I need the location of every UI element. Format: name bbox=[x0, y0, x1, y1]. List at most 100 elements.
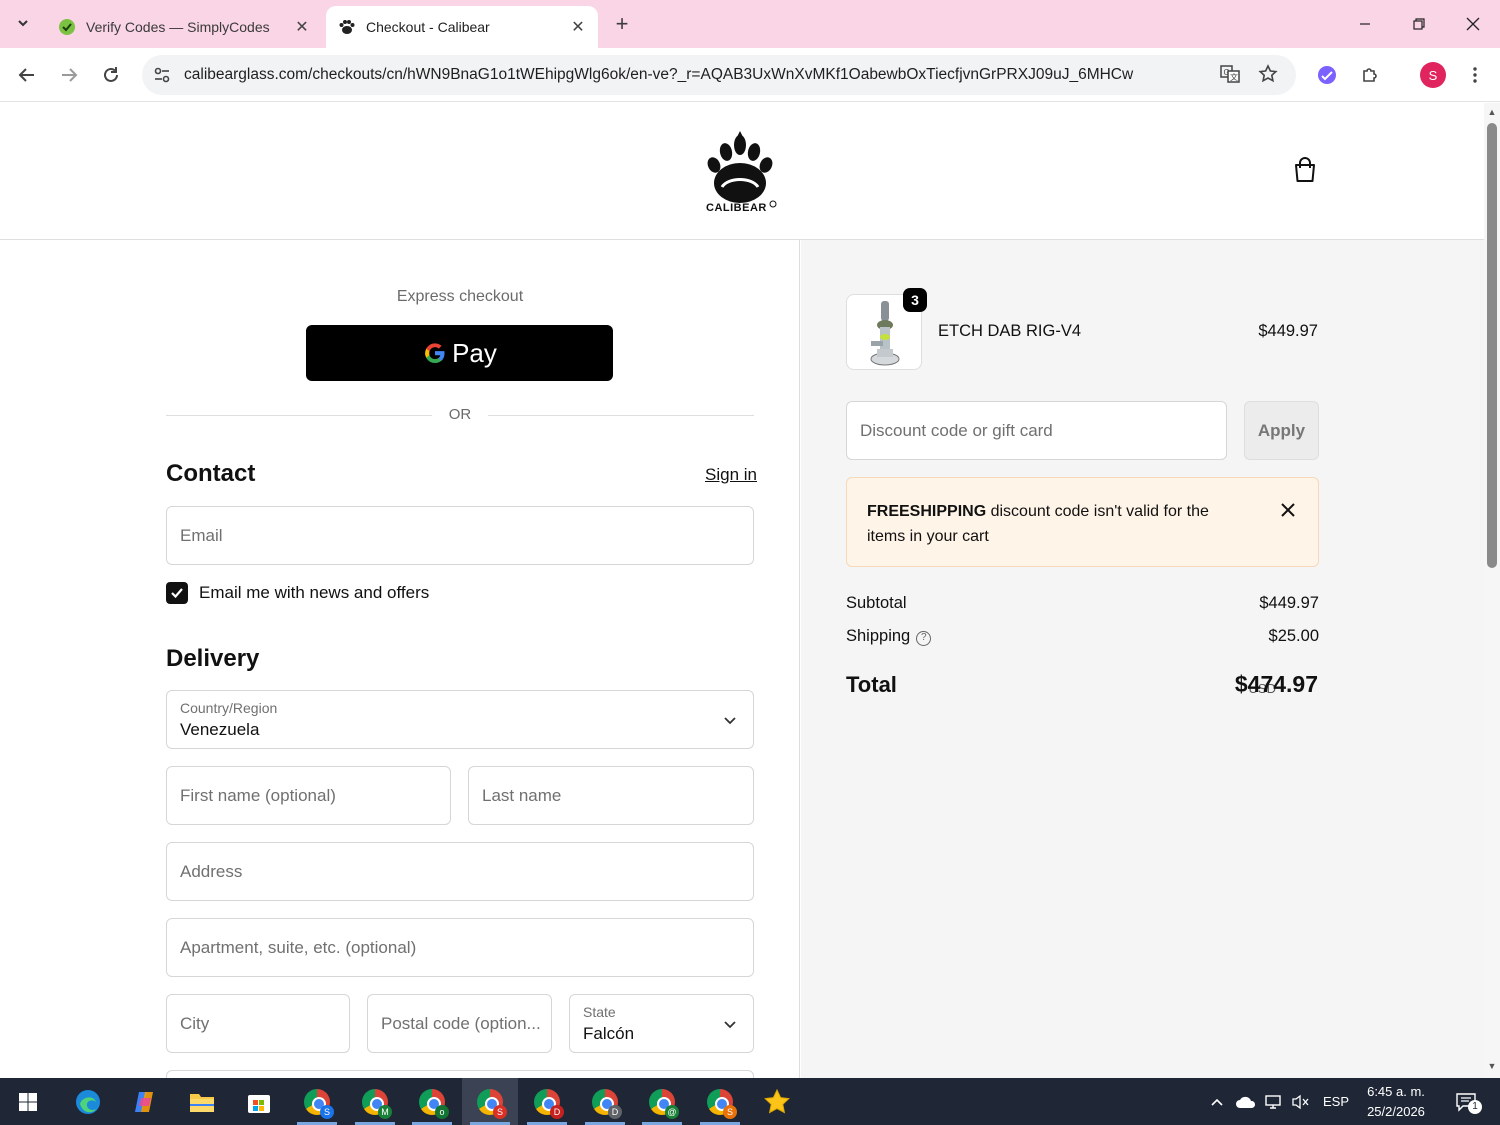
total-value: $474.97 bbox=[1234, 671, 1318, 697]
browser-tab-bar: Verify Codes — SimplyCodes ✕ Checkout - … bbox=[0, 0, 1500, 48]
logo-wordmark: CALIBEAR bbox=[706, 202, 767, 214]
sign-in-link[interactable]: Sign in bbox=[705, 465, 757, 485]
apply-discount-button[interactable]: Apply bbox=[1244, 401, 1319, 460]
tray-chevron-up-icon[interactable] bbox=[1204, 1078, 1230, 1125]
product-price: $449.97 bbox=[1258, 322, 1318, 340]
notification-center-icon[interactable]: 1 bbox=[1446, 1078, 1486, 1125]
chrome-profile-letter: S bbox=[723, 1104, 737, 1119]
chrome-profile-icon-at[interactable]: @ bbox=[634, 1078, 690, 1125]
help-question-icon[interactable]: ? bbox=[916, 631, 932, 646]
extension-simplycodes-icon[interactable] bbox=[1312, 60, 1342, 90]
tab-search-chevron-icon[interactable] bbox=[8, 8, 38, 38]
system-clock[interactable]: 6:45 a. m. 25/2/2026 bbox=[1356, 1082, 1436, 1122]
back-arrow-icon[interactable] bbox=[12, 60, 42, 90]
shipping-label: Shipping bbox=[846, 627, 911, 645]
tab-checkout-calibear[interactable]: Checkout - Calibear ✕ bbox=[326, 6, 598, 48]
chrome-profile-letter: M bbox=[378, 1104, 392, 1119]
bookmark-star-icon[interactable] bbox=[1254, 60, 1282, 88]
svg-text:文: 文 bbox=[1230, 72, 1238, 82]
chrome-profile-icon-s-orange[interactable]: S bbox=[692, 1078, 748, 1125]
first-name-field[interactable]: First name (optional) bbox=[166, 766, 451, 825]
or-text: OR bbox=[448, 406, 472, 423]
scrollbar-thumb[interactable] bbox=[1487, 123, 1497, 568]
close-notice-icon[interactable] bbox=[1280, 502, 1296, 518]
tab-simplycodes[interactable]: Verify Codes — SimplyCodes ✕ bbox=[46, 6, 322, 48]
address-bar[interactable]: calibearglass.com/checkouts/cn/hWN9BnaG1… bbox=[142, 55, 1296, 95]
google-pay-button[interactable]: Pay bbox=[306, 325, 613, 381]
quantity-badge: 3 bbox=[903, 288, 927, 312]
checkout-page: CALIBEAR Express checkout Pay OR Contact… bbox=[0, 103, 1484, 1078]
chrome-profile-icon-m[interactable]: M bbox=[347, 1078, 403, 1125]
last-name-placeholder: Last name bbox=[482, 786, 562, 805]
tab-close-icon[interactable]: ✕ bbox=[566, 15, 590, 39]
shopping-bag-icon[interactable] bbox=[1290, 155, 1320, 185]
new-tab-plus-icon[interactable]: + bbox=[608, 10, 636, 38]
city-placeholder: City bbox=[180, 1014, 210, 1033]
product-name: ETCH DAB RIG-V4 bbox=[938, 322, 1082, 340]
restore-icon[interactable] bbox=[1392, 0, 1446, 48]
chrome-profile-letter: S bbox=[320, 1104, 334, 1119]
scroll-down-arrow-icon[interactable]: ▼ bbox=[1487, 1061, 1497, 1071]
copilot-icon[interactable] bbox=[117, 1078, 173, 1125]
chrome-profile-icon-d-gray[interactable]: D bbox=[577, 1078, 633, 1125]
chrome-profile-letter: D bbox=[608, 1104, 622, 1119]
chrome-profile-icon-o[interactable]: o bbox=[404, 1078, 460, 1125]
shipping-value: $25.00 bbox=[1268, 627, 1319, 645]
country-value: Venezuela bbox=[180, 720, 260, 739]
state-select[interactable]: State Falcón bbox=[569, 994, 754, 1053]
language-indicator[interactable]: ESP bbox=[1318, 1078, 1354, 1125]
onedrive-cloud-icon[interactable] bbox=[1232, 1078, 1260, 1125]
first-name-placeholder: First name (optional) bbox=[180, 786, 336, 805]
chevron-down-icon bbox=[724, 717, 736, 725]
store-header: CALIBEAR bbox=[0, 103, 1484, 240]
page-scrollbar[interactable]: ▲ ▼ bbox=[1484, 103, 1500, 1078]
country-label: Country/Region bbox=[180, 700, 278, 716]
chrome-profile-icon-s-blue[interactable]: S bbox=[289, 1078, 345, 1125]
chrome-profile-letter: @ bbox=[665, 1104, 679, 1119]
file-explorer-icon[interactable] bbox=[174, 1078, 230, 1125]
next-field-partial[interactable] bbox=[166, 1070, 754, 1078]
country-select[interactable]: Country/Region Venezuela bbox=[166, 690, 754, 749]
network-icon[interactable] bbox=[1260, 1078, 1286, 1125]
profile-avatar[interactable]: S bbox=[1420, 62, 1446, 88]
city-field[interactable]: City bbox=[166, 994, 350, 1053]
newsletter-checkbox[interactable] bbox=[166, 582, 188, 604]
address-field[interactable]: Address bbox=[166, 842, 754, 901]
notification-count-badge: 1 bbox=[1468, 1100, 1482, 1114]
reload-icon[interactable] bbox=[96, 60, 126, 90]
translate-icon[interactable]: G文 bbox=[1216, 60, 1244, 88]
chrome-profile-icon-s-red[interactable]: S bbox=[462, 1078, 518, 1125]
browser-menu-icon[interactable] bbox=[1460, 60, 1490, 90]
checkout-form-column: Express checkout Pay OR Contact Sign in … bbox=[0, 240, 800, 1078]
close-window-icon[interactable] bbox=[1446, 0, 1500, 48]
forward-arrow-icon[interactable] bbox=[54, 60, 84, 90]
newsletter-label[interactable]: Email me with news and offers bbox=[199, 583, 429, 603]
star-app-icon[interactable] bbox=[749, 1078, 805, 1125]
apartment-field[interactable]: Apartment, suite, etc. (optional) bbox=[166, 918, 754, 977]
windows-start-icon[interactable] bbox=[0, 1078, 56, 1125]
postal-code-placeholder: Postal code (option... bbox=[381, 1014, 541, 1033]
url-text[interactable]: calibearglass.com/checkouts/cn/hWN9BnaG1… bbox=[184, 66, 1194, 84]
chrome-profile-letter: S bbox=[493, 1104, 507, 1119]
site-settings-icon[interactable] bbox=[152, 65, 172, 85]
shipping-row: Shipping? $25.00 bbox=[846, 627, 1319, 646]
tab-close-icon[interactable]: ✕ bbox=[290, 15, 314, 39]
volume-muted-icon[interactable] bbox=[1288, 1078, 1314, 1125]
discount-code-input[interactable]: Discount code or gift card bbox=[846, 401, 1227, 460]
scroll-up-arrow-icon[interactable]: ▲ bbox=[1487, 107, 1497, 117]
chrome-profile-icon-d-red[interactable]: D bbox=[519, 1078, 575, 1125]
tab-title: Checkout - Calibear bbox=[366, 19, 490, 35]
last-name-field[interactable]: Last name bbox=[468, 766, 754, 825]
email-field[interactable]: Email bbox=[166, 506, 754, 565]
extensions-puzzle-icon[interactable] bbox=[1355, 60, 1385, 90]
google-pay-label: Pay bbox=[452, 337, 497, 368]
checkmark-icon bbox=[171, 588, 183, 599]
edge-icon[interactable] bbox=[60, 1078, 116, 1125]
subtotal-label: Subtotal bbox=[846, 594, 907, 612]
microsoft-store-icon[interactable] bbox=[231, 1078, 287, 1125]
postal-code-field[interactable]: Postal code (option... bbox=[367, 994, 552, 1053]
minimize-icon[interactable] bbox=[1338, 0, 1392, 48]
state-label: State bbox=[583, 1004, 616, 1020]
state-value: Falcón bbox=[583, 1024, 635, 1043]
google-g-icon bbox=[425, 343, 445, 363]
